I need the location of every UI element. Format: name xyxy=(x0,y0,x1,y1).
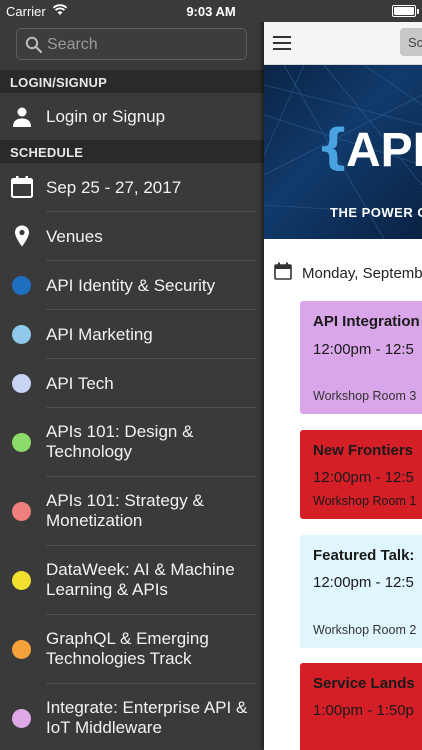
track-color-dot xyxy=(12,502,31,521)
menu-icon[interactable] xyxy=(273,36,291,50)
app-screen: Carrier 9:03 AM Search LOGIN/SIGNUP Logi… xyxy=(0,0,422,750)
sidebar-item-label: Integrate: Enterprise API & IoT Middlewa… xyxy=(46,698,248,737)
sidebar-item-label: Login or Signup xyxy=(46,107,166,126)
calendar-icon xyxy=(274,262,292,280)
sidebar-item-label: APIs 101: Strategy & Monetization xyxy=(46,491,204,530)
day-label: Monday, September xyxy=(302,265,422,282)
segment-button[interactable]: Sc xyxy=(400,28,422,56)
schedule-panel: Sc { API THE POWER O Monday, September A… xyxy=(264,0,422,750)
sidebar-item-venues[interactable]: Venues xyxy=(0,212,264,261)
session-time: 12:00pm - 12:5 xyxy=(313,469,414,486)
session-card[interactable]: API Integration 12:00pm - 12:5 Workshop … xyxy=(300,301,422,414)
sidebar-item-label: API Marketing xyxy=(46,325,153,344)
track-color-dot xyxy=(12,571,31,590)
session-title: API Integration xyxy=(313,313,420,330)
track-color-dot xyxy=(12,374,31,393)
track-color-dot xyxy=(12,709,31,728)
session-time: 1:00pm - 1:50p xyxy=(313,702,414,719)
banner-tagline: THE POWER O xyxy=(330,205,422,220)
track-color-dot xyxy=(12,276,31,295)
sidebar-item-track[interactable]: GraphQL & Emerging Technologies Track xyxy=(0,615,264,684)
track-color-dot xyxy=(12,433,31,452)
calendar-icon xyxy=(11,176,33,198)
session-room: Workshop Room 3 xyxy=(313,389,417,403)
track-color-dot xyxy=(12,640,31,659)
sidebar-item-label: API Identity & Security xyxy=(46,276,216,295)
sidebar-item-track[interactable]: API Tech xyxy=(0,359,264,408)
nav-bar: Sc xyxy=(264,22,422,65)
search-icon xyxy=(25,36,43,54)
session-time: 12:00pm - 12:5 xyxy=(313,341,414,358)
section-login-header: LOGIN/SIGNUP xyxy=(0,70,264,93)
session-card[interactable]: Featured Talk: 12:00pm - 12:5 Workshop R… xyxy=(300,535,422,648)
session-title: New Frontiers xyxy=(313,442,414,459)
sidebar-item-login[interactable]: Login or Signup xyxy=(0,93,264,140)
sidebar-item-label: GraphQL & Emerging Technologies Track xyxy=(46,629,209,668)
status-bar: Carrier 9:03 AM xyxy=(0,0,422,22)
sidebar-item-dates[interactable]: Sep 25 - 27, 2017 xyxy=(0,163,264,212)
session-room: Workshop Room 2 xyxy=(313,623,417,637)
search-input[interactable]: Search xyxy=(16,28,247,60)
battery-icon xyxy=(392,5,419,17)
sidebar-item-label: Venues xyxy=(46,227,103,246)
track-color-dot xyxy=(12,325,31,344)
sidebar-item-track[interactable]: API Identity & Security xyxy=(0,261,264,310)
sidebar-item-label: Sep 25 - 27, 2017 xyxy=(46,178,182,197)
sidebar-item-track[interactable]: API Marketing xyxy=(0,310,264,359)
sidebar-item-track[interactable]: Integrate: Enterprise API & IoT Middlewa… xyxy=(0,684,264,750)
sidebar-item-track[interactable]: APIs 101: Design & Technology xyxy=(0,408,264,477)
search-placeholder: Search xyxy=(47,36,98,53)
session-room: Workshop Room 1 xyxy=(313,494,417,508)
sidebar-item-label: DataWeek: AI & Machine Learning & APIs xyxy=(46,560,235,599)
event-banner: { API THE POWER O xyxy=(264,65,422,239)
sidebar-item-label: APIs 101: Design & Technology xyxy=(46,422,194,461)
sidebar-menu: Search LOGIN/SIGNUP Login or Signup SCHE… xyxy=(0,22,264,750)
clock: 9:03 AM xyxy=(186,4,236,19)
session-card[interactable]: New Frontiers 12:00pm - 12:5 Workshop Ro… xyxy=(300,430,422,519)
session-title: Featured Talk: xyxy=(313,547,415,564)
session-title: Service Lands xyxy=(313,675,415,692)
sidebar-item-label: API Tech xyxy=(46,374,114,393)
session-card[interactable]: Service Lands 1:00pm - 1:50p xyxy=(300,663,422,750)
session-time: 12:00pm - 12:5 xyxy=(313,574,414,591)
map-pin-icon xyxy=(15,225,29,247)
sidebar-item-track[interactable]: DataWeek: AI & Machine Learning & APIs xyxy=(0,546,264,615)
section-schedule-header: SCHEDULE xyxy=(0,140,264,163)
banner-title: API xyxy=(346,124,422,177)
person-icon xyxy=(13,107,31,127)
sidebar-item-track[interactable]: APIs 101: Strategy & Monetization xyxy=(0,477,264,546)
